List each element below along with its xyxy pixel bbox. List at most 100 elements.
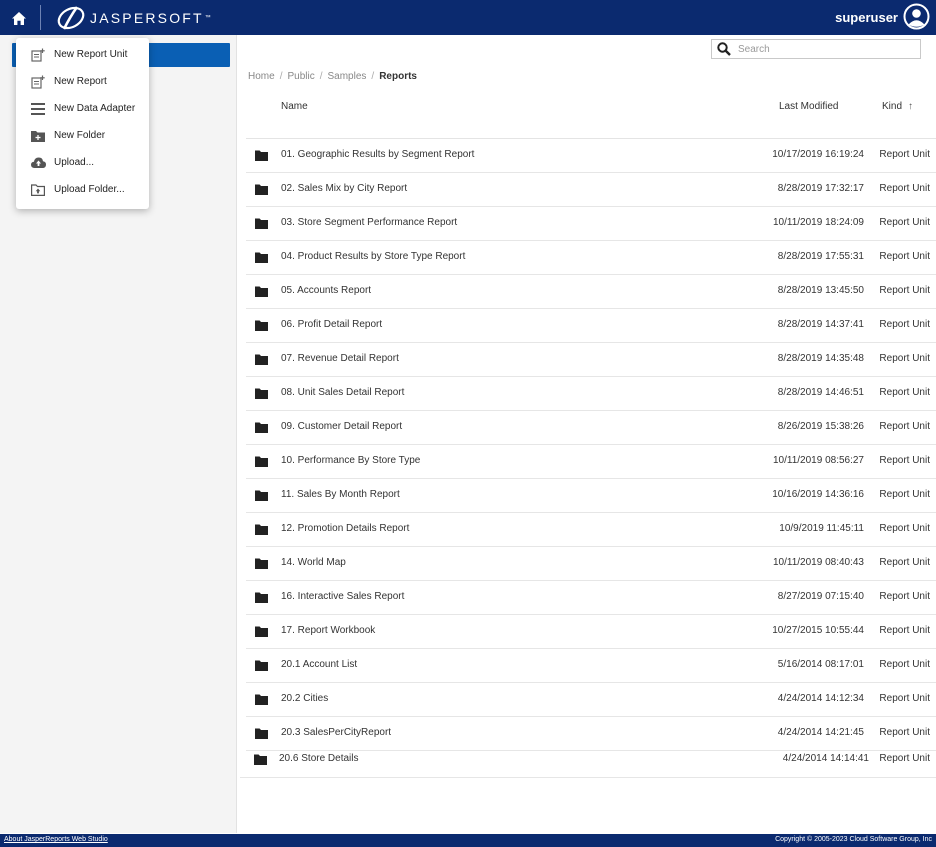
- table-row[interactable]: 02. Sales Mix by City Report 8/28/2019 1…: [246, 173, 936, 207]
- folder-icon: [255, 184, 268, 195]
- folder-icon: [255, 626, 268, 637]
- sort-ascending-icon: ↑: [908, 101, 914, 112]
- data-adapter-icon: [30, 101, 46, 117]
- table-row[interactable]: 05. Accounts Report 8/28/2019 13:45:50 R…: [246, 275, 936, 309]
- row-kind: Report Unit: [879, 319, 930, 330]
- menu-item-label: New Folder: [54, 130, 106, 141]
- table-row[interactable]: 07. Revenue Detail Report 8/28/2019 14:3…: [246, 343, 936, 377]
- breadcrumb-samples[interactable]: Samples: [328, 71, 367, 82]
- table-row[interactable]: 16. Interactive Sales Report 8/27/2019 0…: [246, 581, 936, 615]
- upload-folder-icon: [30, 182, 46, 198]
- menu-item-label: New Report: [54, 76, 107, 87]
- folder-icon: [255, 524, 268, 535]
- row-name: 07. Revenue Detail Report: [281, 353, 399, 364]
- row-kind: Report Unit: [879, 557, 930, 568]
- folder-icon: [255, 558, 268, 569]
- row-name: 14. World Map: [281, 557, 346, 568]
- row-kind: Report Unit: [879, 217, 930, 228]
- brand-name: JASPERSOFT: [90, 9, 204, 26]
- table-row[interactable]: 17. Report Workbook 10/27/2015 10:55:44 …: [246, 615, 936, 649]
- row-name: 02. Sales Mix by City Report: [281, 183, 408, 194]
- breadcrumb: Home / Public / Samples / Reports: [248, 71, 417, 82]
- home-icon: [12, 11, 26, 25]
- footer-bar: About JasperReports Web Studio Copyright…: [0, 834, 936, 847]
- table-row[interactable]: 08. Unit Sales Detail Report 8/28/2019 1…: [246, 377, 936, 411]
- row-kind: Report Unit: [879, 659, 930, 670]
- column-header-kind-label: Kind: [882, 101, 903, 112]
- row-name: 04. Product Results by Store Type Report: [281, 251, 466, 262]
- breadcrumb-separator: /: [319, 71, 323, 82]
- row-kind: Report Unit: [879, 421, 930, 432]
- search-box[interactable]: Search: [711, 39, 921, 59]
- new-folder-icon: [30, 128, 46, 144]
- breadcrumb-separator: /: [371, 71, 375, 82]
- folder-icon: [255, 150, 268, 161]
- header-divider: [40, 5, 41, 30]
- search-input[interactable]: Search: [738, 44, 770, 55]
- table-row[interactable]: 03. Store Segment Performance Report 10/…: [246, 207, 936, 241]
- table-row[interactable]: 06. Profit Detail Report 8/28/2019 14:37…: [246, 309, 936, 343]
- column-header-last-modified[interactable]: Last Modified: [779, 101, 838, 112]
- row-name: 11. Sales By Month Report: [281, 489, 400, 500]
- row-name: 20.2 Cities: [281, 693, 329, 704]
- table-row[interactable]: 01. Geographic Results by Segment Report…: [246, 139, 936, 173]
- row-name: 12. Promotion Details Report: [281, 523, 410, 534]
- menu-item-label: Upload Folder...: [54, 184, 125, 195]
- row-last-modified: 8/26/2019 15:38:26: [777, 421, 864, 432]
- table-row[interactable]: 20.2 Cities 4/24/2014 14:12:34 Report Un…: [246, 683, 936, 717]
- column-header-name[interactable]: Name: [281, 101, 308, 112]
- row-last-modified: 10/27/2015 10:55:44: [772, 625, 864, 636]
- folder-icon: [255, 456, 268, 467]
- menu-item-new-folder[interactable]: New Folder: [16, 122, 149, 149]
- table-row[interactable]: 10. Performance By Store Type 10/11/2019…: [246, 445, 936, 479]
- folder-icon: [255, 592, 268, 603]
- row-last-modified: 10/17/2019 16:19:24: [772, 149, 864, 160]
- row-kind: Report Unit: [879, 149, 930, 160]
- new-report-icon: [30, 74, 46, 90]
- row-name: 03. Store Segment Performance Report: [281, 217, 458, 228]
- jaspersoft-logo[interactable]: JASPERSOFT ™: [56, 3, 211, 32]
- menu-item-new-report[interactable]: New Report: [16, 68, 149, 95]
- menu-item-new-report-unit[interactable]: New Report Unit: [16, 41, 149, 68]
- search-icon: [716, 41, 732, 57]
- menu-item-upload[interactable]: Upload...: [16, 149, 149, 176]
- row-name: 06. Profit Detail Report: [281, 319, 383, 330]
- breadcrumb-public[interactable]: Public: [287, 71, 314, 82]
- table-row[interactable]: 12. Promotion Details Report 10/9/2019 1…: [246, 513, 936, 547]
- row-kind: Report Unit: [879, 489, 930, 500]
- breadcrumb-home[interactable]: Home: [248, 71, 275, 82]
- breadcrumb-separator: /: [279, 71, 283, 82]
- row-last-modified: 8/28/2019 14:37:41: [777, 319, 864, 330]
- home-button[interactable]: [6, 6, 32, 30]
- table-row[interactable]: 20.6 Store Details 4/24/2014 14:14:41 Re…: [240, 742, 936, 778]
- menu-item-upload-folder[interactable]: Upload Folder...: [16, 176, 149, 203]
- top-bar: JASPERSOFT ™ superuser: [0, 0, 936, 35]
- table-row[interactable]: 09. Customer Detail Report 8/26/2019 15:…: [246, 411, 936, 445]
- menu-item-new-data-adapter[interactable]: New Data Adapter: [16, 95, 149, 122]
- row-last-modified: 5/16/2014 08:17:01: [777, 659, 864, 670]
- row-last-modified: 10/11/2019 08:56:27: [772, 455, 864, 466]
- folder-icon: [255, 388, 268, 399]
- row-last-modified: 8/28/2019 14:46:51: [777, 387, 864, 398]
- table-row[interactable]: 14. World Map 10/11/2019 08:40:43 Report…: [246, 547, 936, 581]
- user-name[interactable]: superuser: [835, 10, 898, 25]
- row-last-modified: 8/27/2019 07:15:40: [777, 591, 864, 602]
- new-item-menu: New Report Unit New Report New Data Adap…: [16, 38, 149, 209]
- row-kind: Report Unit: [879, 591, 930, 602]
- table-row[interactable]: 04. Product Results by Store Type Report…: [246, 241, 936, 275]
- copyright-text: Copyright © 2005-2023 Cloud Software Gro…: [775, 836, 932, 843]
- table-row[interactable]: 11. Sales By Month Report 10/16/2019 14:…: [246, 479, 936, 513]
- row-kind: Report Unit: [879, 727, 930, 738]
- folder-icon: [255, 320, 268, 331]
- user-avatar-icon[interactable]: [903, 3, 930, 30]
- row-kind: Report Unit: [879, 693, 930, 704]
- row-last-modified: 4/24/2014 14:21:45: [777, 727, 864, 738]
- folder-icon: [254, 754, 267, 765]
- row-last-modified: 10/9/2019 11:45:11: [779, 523, 864, 534]
- folder-icon: [255, 728, 268, 739]
- table-row[interactable]: 20.1 Account List 5/16/2014 08:17:01 Rep…: [246, 649, 936, 683]
- row-last-modified: 4/24/2014 14:14:41: [782, 753, 869, 764]
- column-header-kind[interactable]: Kind ↑: [882, 101, 913, 112]
- row-kind: Report Unit: [879, 753, 930, 764]
- about-link[interactable]: About JasperReports Web Studio: [4, 836, 108, 843]
